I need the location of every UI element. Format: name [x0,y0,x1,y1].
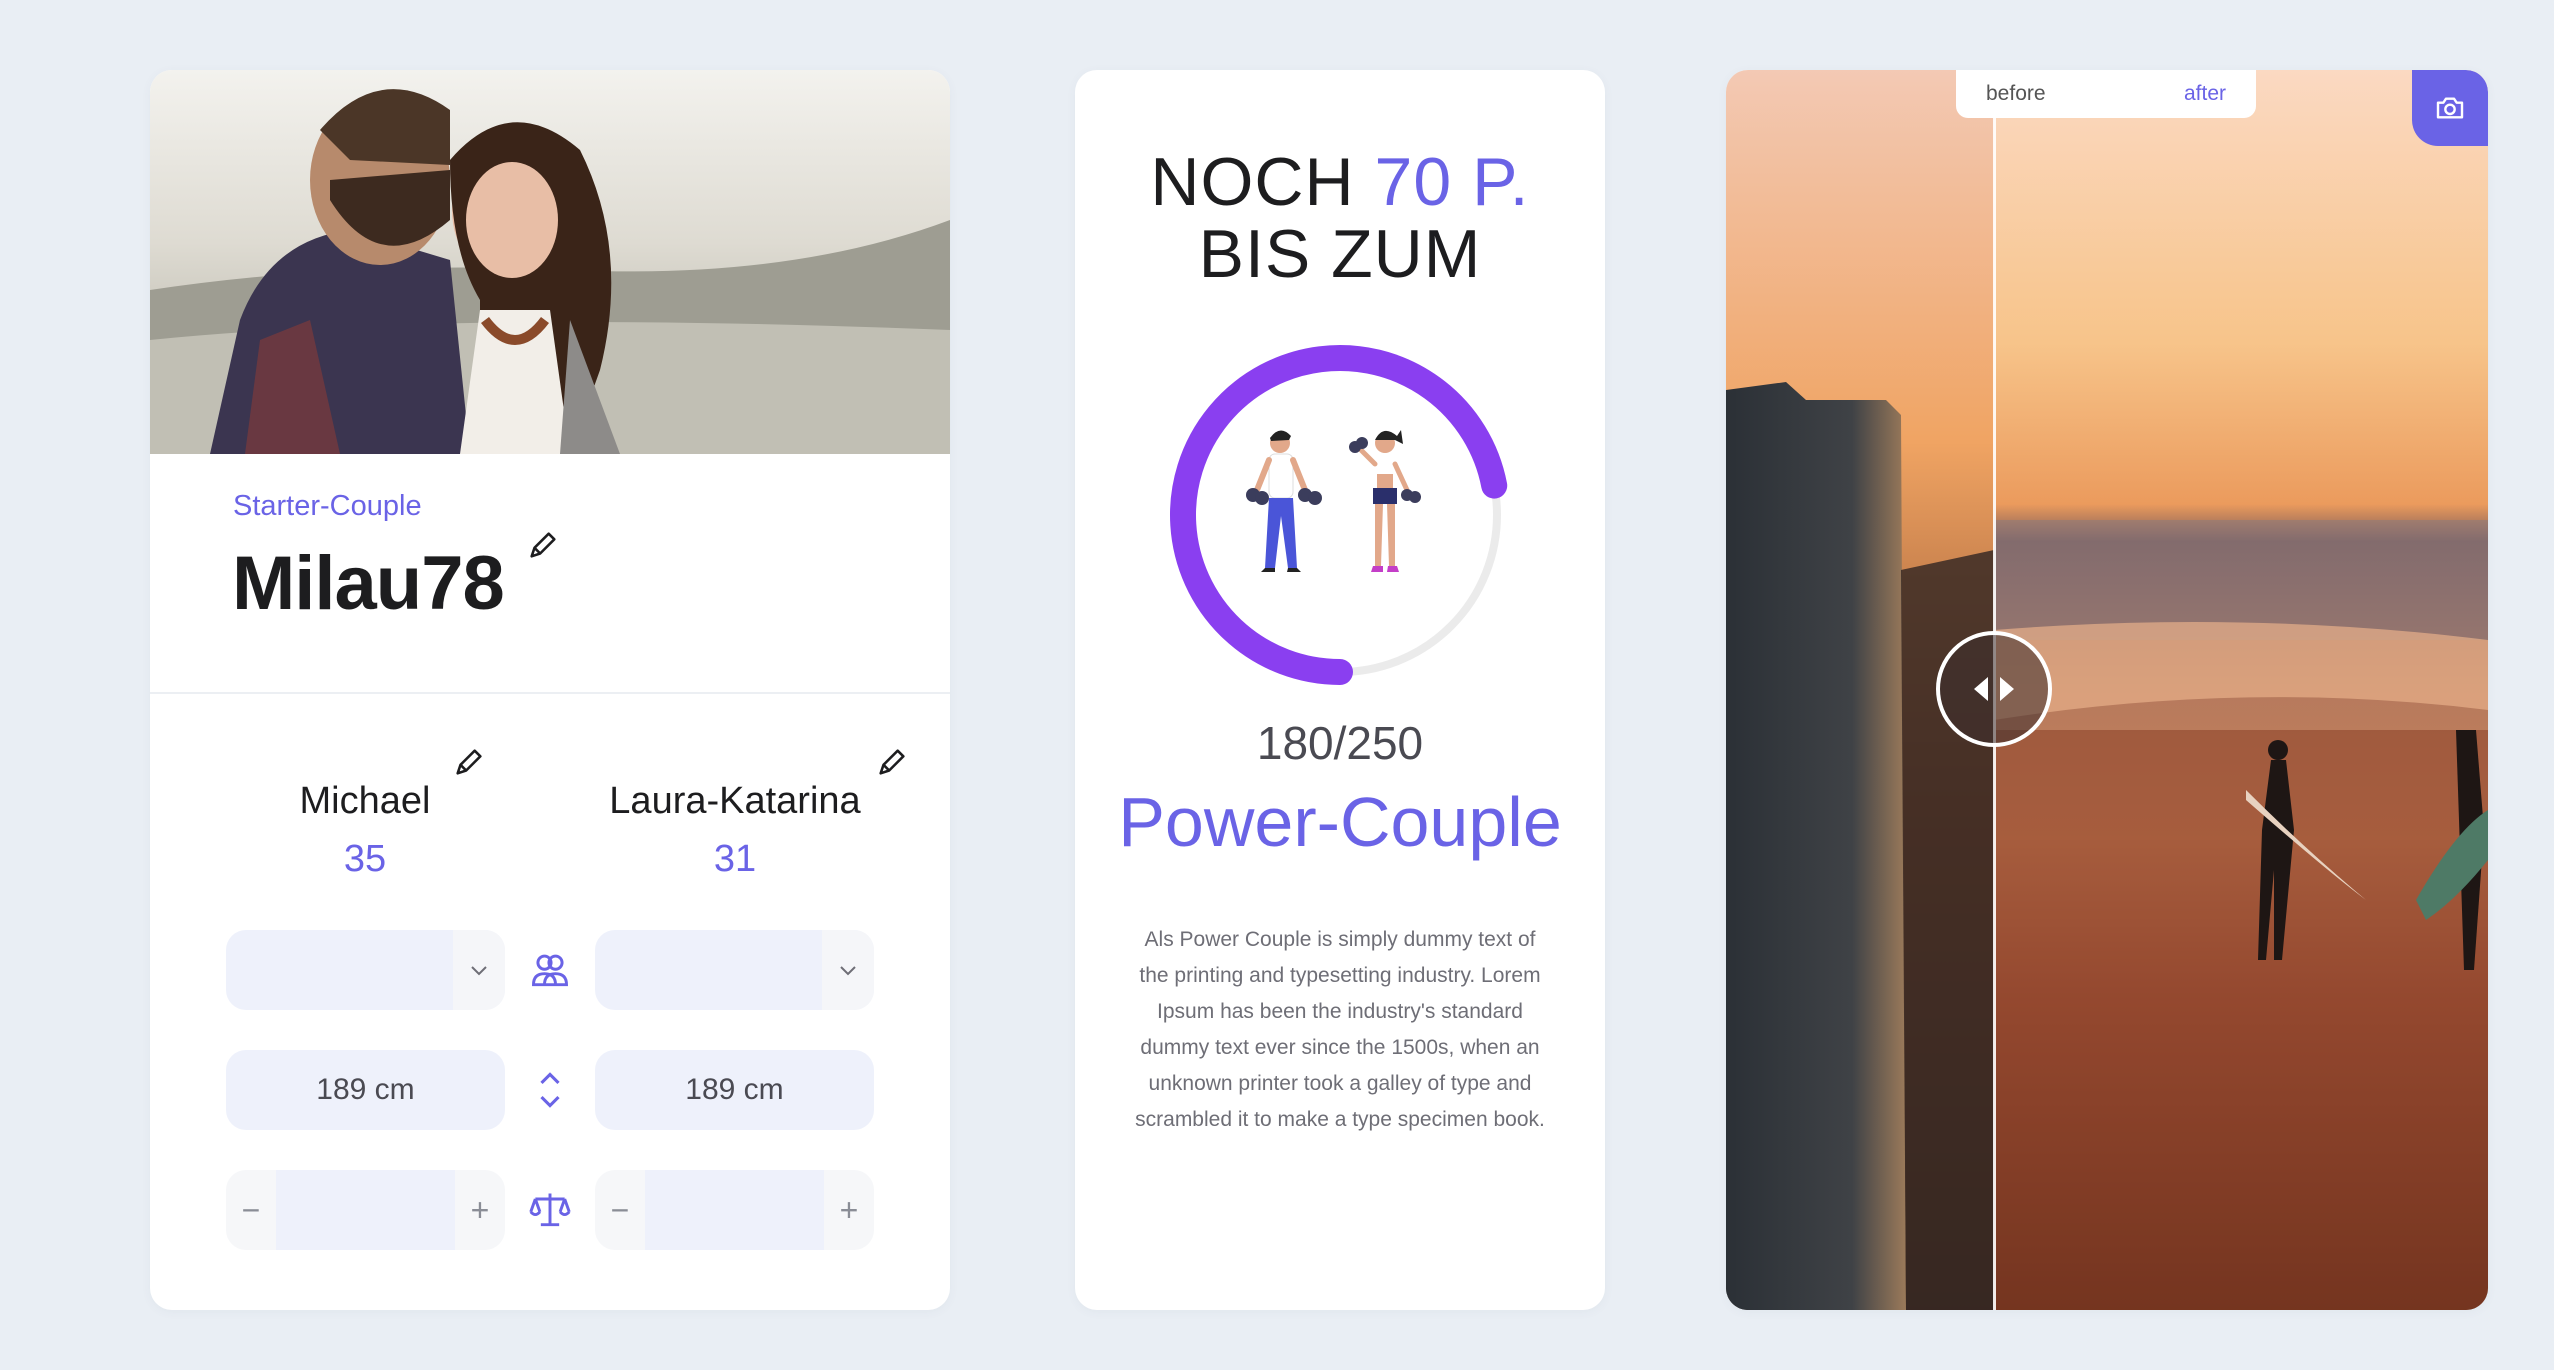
points-headline: NOCH 70 P. BIS ZUM [1075,146,1605,290]
scale-icon [525,1185,575,1235]
before-after-tabs: before after [1956,70,2256,118]
left-right-arrows-icon [1974,677,2014,701]
before-after-card: before after [1726,70,2488,1310]
split-handle[interactable] [1936,631,2052,747]
partner2-height-field[interactable]: 189 cm [595,1050,874,1130]
partner2-weight-stepper: − + [595,1170,874,1250]
height-updown-icon [525,1065,575,1115]
tab-after[interactable]: after [2184,82,2226,106]
couple-tier-label: Starter-Couple [233,490,422,522]
level-description: Als Power Couple is simply dummy text of… [1135,928,1545,1131]
camera-button[interactable] [2412,70,2488,146]
edit-partner2-pencil-icon[interactable] [875,745,909,779]
increment-button[interactable]: + [824,1170,874,1250]
couple-photo [150,70,950,454]
couple-icon [525,945,575,995]
partner1-weight-stepper: − + [226,1170,505,1250]
fitness-couple-illustration [1246,430,1421,572]
partner1-weight-input[interactable] [276,1170,455,1250]
partner2-age: 31 [713,838,757,880]
partner1-select[interactable] [226,930,505,1010]
partner1-height-field[interactable]: 189 cm [226,1050,505,1130]
target-level-name: Power-Couple [1118,783,1562,861]
partner2-weight-input[interactable] [645,1170,824,1250]
camera-icon [2436,97,2464,119]
decrement-button[interactable]: − [595,1170,645,1250]
username: Milau78 [232,541,505,626]
partner1-age: 35 [343,838,387,880]
chevron-down-icon [453,930,505,1010]
headline-line2: BIS ZUM [1198,216,1482,292]
before-after-photo [1726,70,2488,1310]
headline-prefix: NOCH [1150,144,1355,220]
edit-partner1-pencil-icon[interactable] [452,745,486,779]
chevron-down-icon [822,930,874,1010]
headline-points: 70 P. [1374,144,1530,220]
edit-username-pencil-icon[interactable] [526,528,560,562]
progress-card: NOCH 70 P. BIS ZUM 180/250 Power-Couple … [1075,70,1605,1310]
partner2-name: Laura-Katarina [609,780,861,822]
progress-score: 180/250 [1256,717,1424,769]
partner1-name: Michael [299,780,431,822]
partner2-select[interactable] [595,930,874,1010]
tab-before[interactable]: before [1986,82,2046,106]
decrement-button[interactable]: − [226,1170,276,1250]
progress-ring [1165,340,1515,690]
increment-button[interactable]: + [455,1170,505,1250]
profile-card: Starter-Couple Milau78 Michael 35 Laura-… [150,70,950,1310]
section-divider [150,692,950,694]
